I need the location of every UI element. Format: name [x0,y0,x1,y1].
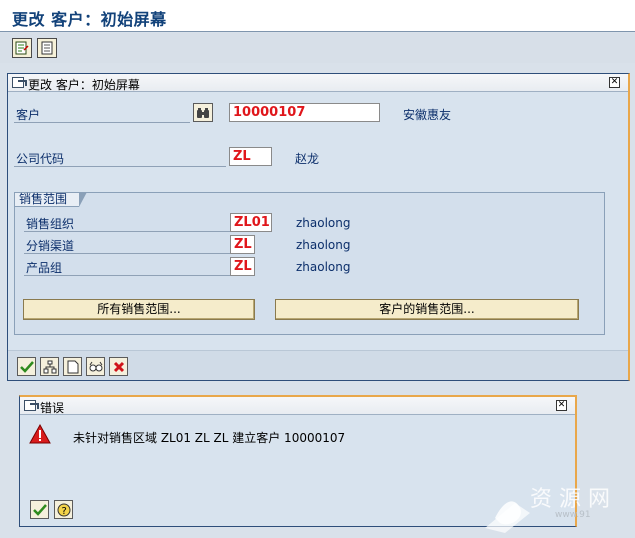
customer-input[interactable]: 10000107 [229,103,380,122]
sales-org-description: zhaolong [296,216,351,230]
sales-area-group: 销售范围 销售组织 ZL01 zhaolong 分销渠道 ZL zhaolong… [14,192,605,335]
all-sales-areas-button[interactable]: 所有销售范围... [23,299,255,320]
application-toolbar [0,33,635,63]
customer-label: 客户 [14,106,190,123]
dialog-window-icon [24,400,39,411]
dialog-action-bar [8,350,628,380]
document-icon[interactable] [37,38,57,58]
distribution-channel-description: zhaolong [296,238,351,252]
close-icon[interactable]: ✕ [556,400,567,411]
org-structure-icon[interactable] [40,357,59,376]
customer-sales-areas-button[interactable]: 客户的销售范围... [275,299,579,320]
sales-area-group-title: 销售范围 [14,192,88,207]
watermark-url: www.91 [555,510,591,520]
check-icon[interactable] [30,500,49,519]
cancel-icon[interactable] [109,357,128,376]
company-code-label: 公司代码 [14,150,226,167]
distribution-channel-input[interactable]: ZL [230,235,255,254]
new-document-icon[interactable] [63,357,82,376]
close-icon[interactable]: ✕ [609,77,620,88]
page-title-bar: 更改 客户：初始屏幕 [0,0,635,32]
dialog-window-icon [12,77,27,88]
customer-description: 安徽惠友 [403,108,452,122]
document-edit-icon[interactable] [12,38,32,58]
error-icon [29,423,51,444]
binoculars-icon[interactable] [193,103,213,122]
change-customer-dialog: 更改 客户：初始屏幕 ✕ 客户 10000107 安徽惠友 公司代码 ZL 赵龙… [7,73,630,381]
division-label: 产品组 [24,259,230,276]
error-dialog-title: 错误 [40,401,65,415]
page-title: 更改 客户：初始屏幕 [12,10,167,29]
check-icon[interactable] [17,357,36,376]
watermark-logo: 资 源 网 [485,478,635,535]
error-message: 未针对销售区域 ZL01 ZL ZL 建立客户 10000107 [73,431,346,445]
sales-org-label: 销售组织 [24,215,230,232]
svg-text:资 源 网: 资 源 网 [530,487,610,512]
help-icon[interactable]: ? [54,500,73,519]
company-code-description: 赵龙 [295,152,320,166]
error-dialog-title-bar: 错误 ✕ [20,397,575,415]
dialog-title-bar: 更改 客户：初始屏幕 ✕ [8,74,628,92]
distribution-channel-label: 分销渠道 [24,237,230,254]
dialog-title: 更改 客户：初始屏幕 [28,78,140,92]
division-input[interactable]: ZL [230,257,255,276]
svg-text:?: ? [61,506,66,517]
glasses-icon[interactable] [86,357,105,376]
division-description: zhaolong [296,260,351,274]
company-code-input[interactable]: ZL [229,147,272,166]
sales-org-input[interactable]: ZL01 [230,213,272,232]
